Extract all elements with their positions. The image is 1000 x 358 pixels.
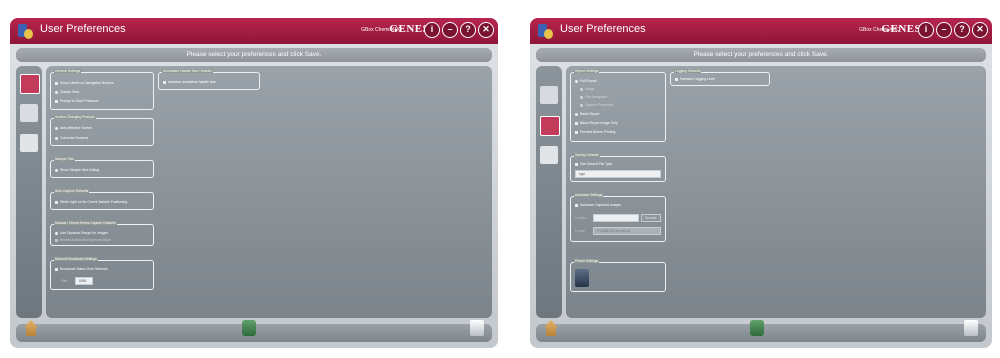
report-settings-group: Report Settings Full Report Image File N… bbox=[570, 69, 666, 142]
group-label: Sample Size bbox=[54, 157, 76, 161]
general-settings-group: General Settings Show Labels on Navigati… bbox=[50, 69, 154, 110]
info-icon[interactable]: i bbox=[424, 22, 440, 38]
bottom-bar bbox=[16, 320, 492, 342]
white-light-checkbox[interactable]: White Light on for Chemi Sample Position… bbox=[55, 200, 127, 204]
printer-settings-icon[interactable] bbox=[20, 104, 38, 122]
show-labels-checkbox[interactable]: Show Labels on Navigation Buttons bbox=[55, 81, 114, 85]
increase-logging-checkbox[interactable]: Increase Logging Level bbox=[675, 77, 715, 81]
preview-checkbox[interactable]: Preview Before Printing bbox=[575, 130, 615, 134]
manual-capture-group: Manual / Chemi Series Capture Defaults U… bbox=[50, 221, 154, 246]
group-label: Network Broadcast Settings bbox=[54, 257, 98, 261]
group-label: General Settings bbox=[54, 69, 82, 73]
network-icon[interactable] bbox=[750, 320, 764, 336]
group-label: Printer Settings bbox=[574, 259, 600, 263]
group-label: Auto Capture Defaults bbox=[54, 189, 90, 193]
increase-handle-checkbox[interactable]: Increase annotation handle size bbox=[163, 80, 216, 84]
file-navigation-checkbox[interactable]: File Navigation bbox=[580, 95, 607, 99]
printer-settings-icon[interactable] bbox=[540, 116, 560, 136]
sidebar bbox=[16, 66, 42, 318]
full-report-radio[interactable]: Full Report bbox=[575, 79, 597, 83]
group-label: Saving Defaults bbox=[574, 153, 600, 157]
printer-settings-group: Printer Settings bbox=[570, 259, 666, 292]
instruction-bar: Please select your preferences and click… bbox=[16, 48, 492, 62]
group-label: Annotation Handle Size Defaults bbox=[162, 69, 213, 73]
converter-screens-radio[interactable]: Converter Screens bbox=[55, 136, 88, 140]
preferences-window-report: User Preferences GBox Chemi-XRQ GENESys … bbox=[530, 18, 992, 348]
image-checkbox[interactable]: Image bbox=[580, 87, 594, 91]
close-icon[interactable]: ✕ bbox=[972, 22, 988, 38]
annotation-handle-group: Annotation Handle Size Defaults Increase… bbox=[158, 69, 260, 90]
bottom-bar bbox=[536, 320, 986, 342]
window-title: User Preferences bbox=[560, 23, 646, 35]
logging-defaults-group: Logging Defaults Increase Logging Level bbox=[670, 69, 770, 86]
browse-button[interactable]: Browse bbox=[641, 214, 661, 222]
home-icon[interactable] bbox=[544, 320, 558, 336]
port-input[interactable]: 8080 bbox=[75, 277, 93, 285]
capture-properties-checkbox[interactable]: Capture Properties bbox=[580, 103, 613, 107]
group-label: Screen Changing Prompts bbox=[54, 115, 96, 119]
minimize-icon[interactable]: – bbox=[936, 22, 952, 38]
network-broadcast-group: Network Broadcast Settings Broadcast Sta… bbox=[50, 257, 154, 290]
window-title: User Preferences bbox=[40, 23, 126, 35]
app-icon bbox=[538, 22, 554, 40]
saving-defaults-group: Saving Defaults Use Default File Type sg… bbox=[570, 153, 666, 182]
autosave-images-checkbox[interactable]: Autosave Captured Images bbox=[575, 203, 621, 207]
format-label: Format bbox=[575, 229, 586, 233]
minimize-icon[interactable]: – bbox=[442, 22, 458, 38]
basic-image-checkbox[interactable]: Basic Report Image Only bbox=[575, 121, 618, 125]
save-icon[interactable] bbox=[964, 320, 978, 336]
preferences-panel: Report Settings Full Report Image File N… bbox=[566, 66, 986, 318]
file-type-select[interactable]: sgd bbox=[575, 170, 661, 178]
sidebar bbox=[536, 66, 562, 318]
group-label: Manual / Chemi Series Capture Defaults bbox=[54, 221, 117, 225]
use-default-filetype-checkbox[interactable]: Use Default File Type bbox=[575, 162, 612, 166]
antireflective-radio[interactable]: Anti-reflective Screen bbox=[55, 126, 92, 130]
format-select[interactable]: YY-MM-DD hh-mm-ss bbox=[593, 227, 661, 235]
user-settings-icon[interactable] bbox=[20, 74, 40, 94]
preferences-panel: General Settings Show Labels on Navigati… bbox=[46, 66, 492, 318]
show-sample-dialog-radio[interactable]: Show Sample Size Dialog bbox=[55, 168, 99, 172]
broadcast-checkbox[interactable]: Broadcast Status Over Network bbox=[55, 267, 108, 271]
classic-view-radio[interactable]: Classic View bbox=[55, 90, 79, 94]
port-label: Port bbox=[61, 279, 68, 283]
sample-size-group: Sample Size Show Sample Size Dialog bbox=[50, 157, 154, 178]
dynamic-range-radio[interactable]: Use Dynamic Range for Images bbox=[55, 231, 108, 235]
screen-prompts-group: Screen Changing Prompts Anti-reflective … bbox=[50, 115, 154, 146]
prompt-save-checkbox[interactable]: Prompt to Save Protocols bbox=[55, 99, 98, 103]
exposure-mode-checkbox[interactable]: Enable Automatic Exposure Mode bbox=[55, 238, 111, 242]
user-settings-icon[interactable] bbox=[540, 86, 558, 104]
document-settings-icon[interactable] bbox=[540, 146, 558, 164]
basic-report-radio[interactable]: Basic Report bbox=[575, 112, 599, 116]
preferences-window-general: User Preferences GBox Chemi-XRQ GENESys … bbox=[10, 18, 498, 348]
group-label: Logging Defaults bbox=[674, 69, 702, 73]
location-label: Location bbox=[575, 216, 588, 220]
close-icon[interactable]: ✕ bbox=[478, 22, 494, 38]
app-icon bbox=[18, 22, 34, 40]
help-icon[interactable]: ? bbox=[460, 22, 476, 38]
location-input[interactable] bbox=[593, 214, 639, 222]
group-label: Report Settings bbox=[574, 69, 600, 73]
instruction-bar: Please select your preferences and click… bbox=[536, 48, 986, 62]
home-icon[interactable] bbox=[24, 320, 38, 336]
title-bar: User Preferences GBox Chemi-XRQ GENESys … bbox=[530, 18, 992, 44]
save-icon[interactable] bbox=[470, 320, 484, 336]
network-icon[interactable] bbox=[242, 320, 256, 336]
autosave-settings-group: Autosave Settings Autosave Captured Imag… bbox=[570, 193, 666, 242]
auto-capture-group: Auto Capture Defaults White Light on for… bbox=[50, 189, 154, 210]
info-icon[interactable]: i bbox=[918, 22, 934, 38]
title-bar: User Preferences GBox Chemi-XRQ GENESys … bbox=[10, 18, 498, 44]
group-label: Autosave Settings bbox=[574, 193, 604, 197]
document-settings-icon[interactable] bbox=[20, 134, 38, 152]
printer-setup-icon[interactable] bbox=[575, 269, 589, 287]
help-icon[interactable]: ? bbox=[954, 22, 970, 38]
